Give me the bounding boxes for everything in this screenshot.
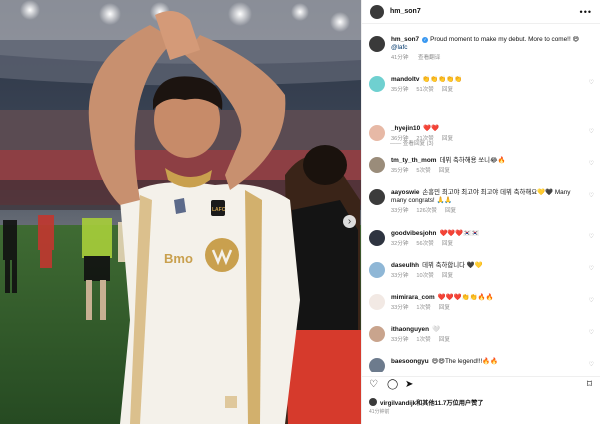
comment-text: 🤍 [432, 326, 440, 333]
post-sidebar: hm_son7 ••• hm_son7 ✓ Proud moment to make… [361, 0, 600, 424]
more-icon[interactable]: ••• [580, 7, 592, 17]
comment-username[interactable]: tm_ty_th_mom [391, 157, 436, 164]
comment-list: hm_son7 ✓ Proud moment to make my debut. M… [362, 30, 600, 372]
comment-likes[interactable]: 56次赞 [416, 241, 433, 247]
caption-username[interactable]: hm_son7 [391, 36, 419, 43]
likes-summary-text: virgilvandijk和其他11.7万位用户赞了 [380, 400, 484, 407]
avatar[interactable] [369, 294, 385, 310]
heart-icon[interactable]: ♡ [589, 128, 594, 135]
comment-username[interactable]: ithaonguyen [391, 326, 429, 333]
jersey-sponsor-text: Bmo [164, 251, 193, 266]
post-timestamp: 41分钟前 [369, 409, 390, 415]
likes-summary[interactable]: virgilvandijk和其他11.7万位用户赞了 [369, 398, 484, 407]
reply-button[interactable]: 回复 [439, 337, 450, 343]
list-item: mandoltv 👏👏👏👏👏 35分钟 51次赞 回复 ♡ [369, 76, 594, 94]
comment-text: 데뷔 축하해용 쏘니😂🔥 [439, 157, 506, 164]
comment-text: 👏👏👏👏👏 [422, 76, 463, 83]
list-item: daseulhh 데뷔 축하합니다 🖤💛 33分钟 10次赞 回复 ♡ [369, 262, 594, 280]
comment-likes[interactable]: 10次赞 [416, 273, 433, 279]
heart-icon[interactable]: ♡ [369, 380, 378, 390]
post-caption: hm_son7 ✓ Proud moment to make my debut. M… [369, 36, 594, 62]
translate-link[interactable]: 查看翻译 [418, 55, 440, 61]
caption-text: Proud moment to make my debut. More to c… [430, 36, 580, 43]
heart-icon[interactable]: ♡ [589, 297, 594, 304]
comment-text: 😄😄The legend!!!🔥🔥 [431, 358, 499, 365]
avatar[interactable] [369, 76, 385, 92]
comment-username[interactable]: daseulhh [391, 262, 419, 269]
jersey-badge-text: LAFC [212, 207, 226, 213]
comment-username[interactable]: aayoswie [391, 189, 419, 196]
avatar[interactable] [369, 36, 385, 52]
heart-icon[interactable]: ♡ [589, 79, 594, 86]
list-item: ithaonguyen 🤍 33分钟 1次赞 回复 ♡ [369, 326, 594, 344]
reply-button[interactable]: 回复 [445, 208, 456, 214]
heart-icon[interactable]: ♡ [589, 160, 594, 167]
avatar[interactable] [369, 326, 385, 342]
heart-icon[interactable]: ♡ [589, 329, 594, 336]
comment-likes[interactable]: 21次赞 [416, 136, 433, 142]
comment-time: 33分钟 [391, 273, 409, 279]
comment-text: 데뷔 축하합니다 🖤💛 [422, 262, 483, 269]
post-author-username[interactable]: hm_son7 [390, 8, 421, 15]
comment-text: ❤️❤️❤️👏👏🔥🔥 [437, 294, 494, 301]
avatar[interactable] [369, 262, 385, 278]
comment-username[interactable]: goodvibesjohn [391, 230, 436, 237]
list-item: baesoongyu 😄😄The legend!!!🔥🔥 ♡ [369, 358, 594, 372]
list-item: tm_ty_th_mom 데뷔 축하해용 쏘니😂🔥 35分钟 5次赞 回复 ♡ [369, 157, 594, 175]
heart-icon[interactable]: ♡ [589, 233, 594, 240]
share-icon[interactable]: ➤ [405, 380, 413, 390]
comment-likes[interactable]: 126次赞 [416, 208, 437, 214]
comment-username[interactable]: _hyejin10 [391, 125, 420, 132]
post-photo[interactable]: LAFC Bmo › [0, 0, 361, 424]
avatar[interactable] [369, 230, 385, 246]
comment-text: ❤️❤️ [423, 125, 440, 132]
comment-username[interactable]: mimirara_com [391, 294, 435, 301]
comment-time: 33分钟 [391, 305, 409, 311]
comment-time: 32分钟 [391, 241, 409, 247]
comment-username[interactable]: mandoltv [391, 76, 419, 83]
list-item: mimirara_com ❤️❤️❤️👏👏🔥🔥 33分钟 1次赞 回复 ♡ [369, 294, 594, 312]
avatar[interactable] [369, 157, 385, 173]
heart-icon[interactable]: ♡ [589, 361, 594, 368]
avatar [369, 398, 377, 406]
comment-time: 35分钟 [391, 168, 409, 174]
reply-button[interactable]: 回复 [439, 305, 450, 311]
verified-icon: ✓ [422, 36, 429, 43]
comment-icon[interactable]: ◯ [387, 380, 398, 390]
chevron-right-icon[interactable]: › [343, 215, 356, 228]
heart-icon[interactable]: ♡ [589, 265, 594, 272]
comment-likes[interactable]: 5次赞 [416, 168, 430, 174]
comment-likes[interactable]: 51次赞 [416, 87, 433, 93]
comment-time: 36分钟 [391, 136, 409, 142]
caption-mention-link[interactable]: @lafc [391, 44, 407, 51]
reply-button[interactable]: 回复 [442, 87, 453, 93]
heart-icon[interactable]: ♡ [589, 192, 594, 199]
avatar[interactable] [369, 358, 385, 372]
list-item: aayoswie 손흥민 최고야 최고야 최고야 데뷔 축하해요💛🖤 Many m… [369, 189, 594, 215]
reply-button[interactable]: 回复 [442, 136, 453, 142]
avatar[interactable] [369, 189, 385, 205]
avatar[interactable] [369, 125, 385, 141]
avatar[interactable] [370, 4, 384, 19]
comment-time: 35分钟 [391, 87, 409, 93]
comment-likes[interactable]: 1次赞 [416, 305, 430, 311]
caption-time: 41分钟 [391, 55, 409, 61]
post-header: hm_son7 ••• [362, 0, 600, 24]
reply-button[interactable]: 回复 [442, 241, 453, 247]
comment-username[interactable]: baesoongyu [391, 358, 429, 365]
bookmark-icon[interactable]: ⌑ [587, 380, 592, 390]
photo-scene: LAFC Bmo [0, 0, 361, 424]
comment-text: ❤️❤️❤️🇰🇷🇰🇷 [439, 230, 480, 237]
reply-button[interactable]: 回复 [442, 273, 453, 279]
post-actions: ♡ ◯ ➤ ⌑ [362, 376, 600, 392]
comment-likes[interactable]: 1次赞 [416, 337, 430, 343]
comment-time: 33分钟 [391, 208, 409, 214]
list-item: goodvibesjohn ❤️❤️❤️🇰🇷🇰🇷 32分钟 56次赞 回复 ♡ [369, 230, 594, 248]
reply-button[interactable]: 回复 [439, 168, 450, 174]
comment-time: 33分钟 [391, 337, 409, 343]
list-item: _hyejin10 ❤️❤️ 36分钟 21次赞 回复 ♡ [369, 125, 594, 143]
